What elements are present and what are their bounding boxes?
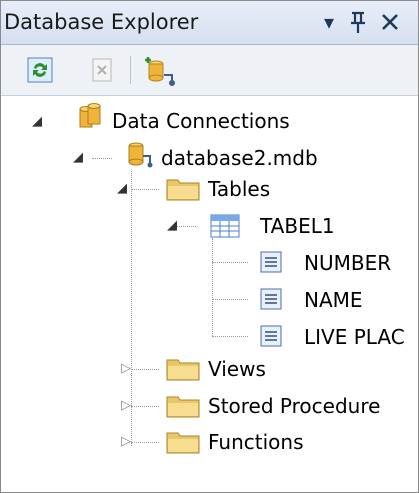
folder-icon	[166, 176, 200, 206]
pin-button[interactable]	[345, 7, 371, 37]
toolbar	[1, 45, 418, 96]
expand-arrow-icon[interactable]: ◢	[71, 151, 85, 165]
folder-icon	[166, 429, 200, 459]
tree-connector	[212, 262, 248, 263]
tree-connector	[212, 238, 213, 336]
tree-item-database[interactable]: database2.mdb	[161, 146, 318, 170]
tree-connector	[92, 158, 112, 159]
close-icon	[382, 14, 398, 30]
refresh-button[interactable]	[25, 55, 55, 85]
tree-item-table1[interactable]: TABEL1	[260, 214, 335, 238]
folder-icon	[166, 393, 200, 423]
table-icon	[210, 213, 240, 243]
tree-item-column-name[interactable]: NAME	[304, 288, 363, 312]
column-icon	[259, 250, 283, 278]
tree-item-column-live-place[interactable]: LIVE PLAC	[304, 325, 405, 349]
column-icon	[259, 287, 283, 315]
tree-connector	[131, 406, 159, 407]
expand-arrow-icon[interactable]: ◢	[165, 219, 179, 233]
tree-connector	[212, 299, 248, 300]
connect-to-database-icon	[145, 57, 175, 86]
pin-icon	[351, 11, 365, 33]
tree-connector	[212, 336, 248, 337]
tree-item-views[interactable]: Views	[208, 357, 266, 381]
tree-connector	[131, 369, 159, 370]
tree-item-data-connections[interactable]: Data Connections	[112, 109, 290, 133]
tree-connector	[131, 442, 159, 443]
tree-connector	[176, 226, 196, 227]
tree-connector	[131, 189, 159, 190]
title-bar: Database Explorer ▾	[1, 1, 418, 45]
folder-icon	[166, 356, 200, 386]
tree-view: ◢ Data Connections ◢ database2.mdb ◢ Tab…	[1, 96, 418, 492]
data-connections-icon	[76, 103, 104, 135]
window-dropdown-button[interactable]: ▾	[316, 7, 342, 37]
tree-item-functions[interactable]: Functions	[208, 430, 304, 454]
collapse-arrow-icon[interactable]: ▷	[119, 362, 133, 376]
collapse-arrow-icon[interactable]: ▷	[119, 435, 133, 449]
connect-to-database-button[interactable]	[144, 55, 175, 86]
expand-arrow-icon[interactable]: ◢	[115, 182, 129, 196]
database-explorer-window: Database Explorer ▾ ◢ Data Connections ◢…	[0, 0, 419, 493]
close-button[interactable]	[377, 7, 403, 37]
tree-item-column-number[interactable]: NUMBER	[304, 251, 391, 275]
tree-item-stored-procedures[interactable]: Stored Procedure	[208, 394, 380, 418]
delete-button[interactable]	[87, 55, 117, 85]
refresh-icon	[27, 57, 53, 83]
tree-item-tables[interactable]: Tables	[208, 177, 270, 201]
collapse-arrow-icon[interactable]: ▷	[119, 399, 133, 413]
expand-arrow-icon[interactable]: ◢	[30, 115, 44, 129]
delete-icon	[92, 58, 112, 82]
window-title: Database Explorer	[4, 10, 199, 34]
column-icon	[259, 324, 283, 352]
database-icon	[125, 140, 155, 174]
toolbar-separator	[130, 56, 131, 84]
